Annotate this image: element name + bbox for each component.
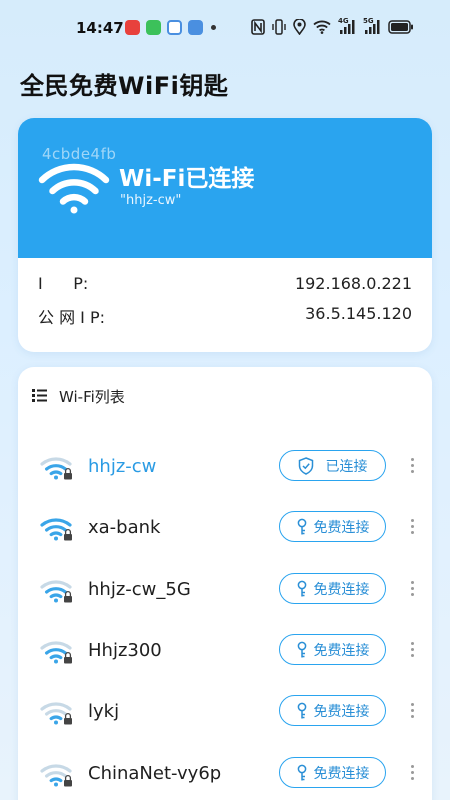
free-connect-button[interactable]: 免费连接: [279, 757, 386, 788]
connected-ssid: "hhjz-cw": [120, 193, 182, 208]
battery-icon: [388, 18, 414, 36]
app-title: 全民免费WiFi钥匙: [20, 72, 229, 100]
wifi-list-card: Wi-Fi列表 hhjz-cw 已连接 xa-bank 免费连接 hhjz-cw_5G 免…: [18, 367, 432, 800]
button-label: 免费连接: [313, 642, 370, 659]
wifi-signal-icon: [40, 516, 74, 546]
public-ip-row: 公 网 I P: 36.5.145.120: [18, 300, 432, 330]
list-icon: [32, 387, 47, 406]
free-connect-button[interactable]: 免费连接: [279, 634, 386, 665]
free-connect-button[interactable]: 免费连接: [279, 695, 386, 726]
more-options-icon[interactable]: [404, 452, 420, 478]
wifi-signal-icon: [40, 639, 74, 669]
button-label: 免费连接: [313, 703, 370, 720]
key-icon: [296, 702, 308, 720]
key-icon: [296, 580, 308, 598]
ip-label: I P:: [38, 274, 89, 293]
wifi-signal-icon: [40, 700, 74, 730]
vibrate-icon: [272, 18, 286, 36]
huawei-app-icon: [125, 20, 140, 35]
button-label: 免费连接: [313, 765, 370, 782]
message-app-icon: [146, 20, 161, 35]
system-icons: 4G 5G: [251, 18, 414, 36]
more-dot-icon: [211, 25, 216, 30]
more-options-icon[interactable]: [404, 636, 420, 662]
free-connect-button[interactable]: 免费连接: [279, 511, 386, 542]
wifi-list-item[interactable]: hhjz-cw 已连接: [18, 444, 432, 492]
wifi-list-header: Wi-Fi列表: [32, 386, 125, 407]
key-icon: [296, 518, 308, 536]
network-id-text: 4cbde4fb: [42, 145, 117, 163]
ip-row: I P: 192.168.0.221: [18, 270, 432, 300]
signal-4g-icon: 4G: [338, 18, 356, 36]
wifi-name: ChinaNet-vy6p: [88, 763, 222, 784]
wifi-name: Hhjz300: [88, 640, 162, 661]
connection-status: Wi-Fi已连接: [119, 166, 255, 192]
wifi-name: hhjz-cw_5G: [88, 579, 191, 600]
public-ip-value: 36.5.145.120: [305, 304, 412, 323]
wifi-name: xa-bank: [88, 517, 161, 538]
notification-icons: [125, 20, 216, 35]
more-options-icon[interactable]: [404, 575, 420, 601]
location-icon: [293, 18, 306, 36]
status-bar: 14:47 4G 5G: [0, 0, 450, 56]
wifi-signal-icon: [40, 455, 74, 485]
more-options-icon[interactable]: [404, 513, 420, 539]
button-label: 免费连接: [313, 519, 370, 536]
connected-button[interactable]: 已连接: [279, 450, 386, 481]
key-icon: [296, 641, 308, 659]
wifi-signal-icon: [40, 762, 74, 792]
wifi-signal-icon: [40, 578, 74, 608]
connection-header: 4cbde4fb Wi-Fi已连接 "hhjz-cw": [18, 118, 432, 258]
signal-5g-icon: 5G: [363, 18, 381, 36]
wifi-list-item[interactable]: lykj 免费连接: [18, 689, 432, 737]
wifi-list-item[interactable]: Hhjz300 免费连接: [18, 628, 432, 676]
wifi-list-title: Wi-Fi列表: [59, 388, 125, 406]
wifi-list-item[interactable]: xa-bank 免费连接: [18, 505, 432, 553]
public-ip-label: 公 网 I P:: [38, 308, 106, 327]
ip-value: 192.168.0.221: [294, 274, 412, 293]
wifi-list-item[interactable]: hhjz-cw_5G 免费连接: [18, 567, 432, 615]
status-time: 14:47: [76, 19, 124, 37]
wifi-name: hhjz-cw: [88, 456, 157, 477]
key-icon: [296, 764, 308, 782]
more-options-icon[interactable]: [404, 759, 420, 785]
more-options-icon[interactable]: [404, 697, 420, 723]
button-label: 免费连接: [313, 581, 370, 598]
wifi-icon: [313, 18, 331, 36]
wifi-list-item[interactable]: ChinaNet-vy6p 免费连接: [18, 751, 432, 799]
nfc-icon: [251, 18, 265, 36]
button-label: 已连接: [325, 458, 368, 475]
wifi-name: lykj: [88, 701, 120, 722]
card-app-icon: [167, 20, 182, 35]
free-connect-button[interactable]: 免费连接: [279, 573, 386, 604]
folder-app-icon: [188, 20, 203, 35]
shield-check-icon: [298, 456, 314, 475]
connection-card: 4cbde4fb Wi-Fi已连接 "hhjz-cw" I P: 192.168…: [18, 118, 432, 352]
connected-wifi-icon: [38, 162, 110, 218]
